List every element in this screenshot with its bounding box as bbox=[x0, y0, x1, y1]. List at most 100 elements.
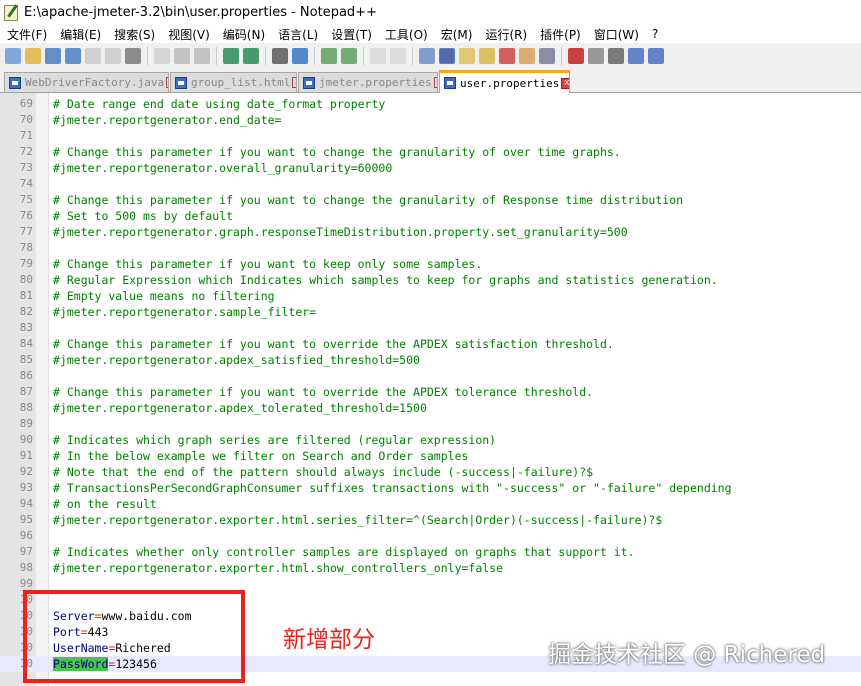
paste-icon[interactable] bbox=[194, 48, 210, 64]
function-list-icon[interactable] bbox=[499, 48, 515, 64]
toolbar-separator bbox=[363, 47, 364, 65]
menu-item[interactable]: ? bbox=[645, 27, 664, 41]
tab-close-icon[interactable]: x bbox=[433, 77, 437, 88]
record-macro-icon[interactable] bbox=[568, 48, 584, 64]
toolbar-separator bbox=[216, 47, 217, 65]
comment-text: #jmeter.reportgenerator.apdex_tolerated_… bbox=[53, 401, 427, 415]
copy-icon[interactable] bbox=[174, 48, 190, 64]
line-number: 76 bbox=[19, 209, 33, 222]
code-text: #jmeter.reportgenerator.sample_filter= bbox=[53, 304, 316, 320]
replace-icon[interactable] bbox=[292, 48, 308, 64]
file-icon bbox=[9, 76, 21, 89]
code-line: 91 # In the below example we filter on Se… bbox=[0, 448, 861, 464]
doc-map-icon[interactable] bbox=[479, 48, 495, 64]
save-all-icon[interactable] bbox=[65, 48, 81, 64]
menu-item[interactable]: 运行(R) bbox=[478, 26, 533, 43]
code-line: 85 #jmeter.reportgenerator.apdex_satisfie… bbox=[0, 352, 861, 368]
code-line: 93 # TransactionsPerSecondGraphConsumer s… bbox=[0, 480, 861, 496]
code-line: 90 # Indicates which graph series are fil… bbox=[0, 432, 861, 448]
code-text: # Empty value means no filtering bbox=[53, 288, 275, 304]
save-icon[interactable] bbox=[45, 48, 61, 64]
code-text: # Change this parameter if you want to o… bbox=[53, 384, 593, 400]
run-macro-multiple-icon[interactable] bbox=[628, 48, 644, 64]
line-number: 92 bbox=[19, 465, 33, 478]
redo-icon[interactable] bbox=[243, 48, 259, 64]
menu-item[interactable]: 插件(P) bbox=[533, 26, 587, 43]
file-icon bbox=[303, 76, 315, 89]
tab-webdriverfactory[interactable]: WebDriverFactory.java x bbox=[4, 72, 169, 92]
undo-icon[interactable] bbox=[223, 48, 239, 64]
zoom-in-icon[interactable] bbox=[321, 48, 337, 64]
menu-item[interactable]: 编码(N) bbox=[216, 26, 271, 43]
window-title: E:\apache-jmeter-3.2\bin\user.properties… bbox=[24, 5, 377, 20]
line-number: 80 bbox=[19, 273, 33, 286]
code-line: 86 bbox=[0, 368, 861, 384]
line-number: 90 bbox=[19, 433, 33, 446]
comment-text: # Set to 500 ms by default bbox=[53, 209, 234, 223]
sync-vertical-icon[interactable] bbox=[370, 48, 386, 64]
menu-item[interactable]: 搜索(S) bbox=[107, 26, 161, 43]
comment-text: # Change this parameter if you want to o… bbox=[53, 337, 614, 351]
code-line: 94 # on the result bbox=[0, 496, 861, 512]
code-line: 71 bbox=[0, 128, 861, 144]
line-number: 84 bbox=[19, 337, 33, 350]
tab-close-icon[interactable]: x bbox=[166, 77, 168, 88]
code-text: # Indicates which graph series are filte… bbox=[53, 432, 496, 448]
code-line: 80 # Regular Expression which Indicates w… bbox=[0, 272, 861, 288]
new-file-icon[interactable] bbox=[5, 48, 21, 64]
code-line: 87 # Change this parameter if you want to… bbox=[0, 384, 861, 400]
code-line: 95 #jmeter.reportgenerator.exporter.html.… bbox=[0, 512, 861, 528]
indent-guide-icon[interactable] bbox=[459, 48, 475, 64]
code-text: #jmeter.reportgenerator.end_date= bbox=[53, 112, 281, 128]
sync-horizontal-icon[interactable] bbox=[390, 48, 406, 64]
tab-group-list[interactable]: group_list.html x bbox=[170, 72, 297, 92]
code-line: 96 bbox=[0, 528, 861, 544]
zoom-out-icon[interactable] bbox=[341, 48, 357, 64]
menu-item[interactable]: 文件(F) bbox=[0, 26, 53, 43]
comment-text: # Change this parameter if you want to c… bbox=[53, 145, 621, 159]
word-wrap-icon[interactable] bbox=[419, 48, 435, 64]
tab-user-properties[interactable]: user.properties x bbox=[439, 70, 570, 93]
code-line: 88 #jmeter.reportgenerator.apdex_tolerate… bbox=[0, 400, 861, 416]
cut-icon[interactable] bbox=[154, 48, 170, 64]
close-icon[interactable] bbox=[85, 48, 101, 64]
menu-bar: 文件(F) 编辑(E) 搜索(S) 视图(V) 编码(N) 语言(L) 设置(T) 工具(O)… bbox=[0, 25, 861, 43]
code-line: 84 # Change this parameter if you want to… bbox=[0, 336, 861, 352]
line-number: 79 bbox=[19, 257, 33, 270]
comment-text: # In the below example we filter on Sear… bbox=[53, 449, 469, 463]
code-text: # Regular Expression which Indicates whi… bbox=[53, 272, 718, 288]
tab-label: group_list.html bbox=[191, 76, 291, 89]
code-line: 76 # Set to 500 ms by default bbox=[0, 208, 861, 224]
code-line: 72 # Change this parameter if you want to… bbox=[0, 144, 861, 160]
line-number: 72 bbox=[19, 145, 33, 158]
folder-workspace-icon[interactable] bbox=[519, 48, 535, 64]
line-number: 96 bbox=[19, 529, 33, 542]
menu-item[interactable]: 窗口(W) bbox=[587, 26, 645, 43]
file-icon bbox=[175, 76, 187, 89]
close-all-icon[interactable] bbox=[105, 48, 121, 64]
file-icon bbox=[444, 77, 456, 89]
line-number: 74 bbox=[19, 177, 33, 190]
tab-close-icon[interactable]: x bbox=[292, 77, 296, 88]
code-text: # In the below example we filter on Sear… bbox=[53, 448, 468, 464]
comment-text: #jmeter.reportgenerator.apdex_satisfied_… bbox=[53, 353, 420, 367]
open-file-icon[interactable] bbox=[25, 48, 41, 64]
menu-item[interactable]: 编辑(E) bbox=[53, 26, 107, 43]
menu-item[interactable]: 语言(L) bbox=[271, 26, 324, 43]
menu-item[interactable]: 视图(V) bbox=[161, 26, 216, 43]
menu-item[interactable]: 宏(M) bbox=[434, 26, 479, 43]
menu-item[interactable]: 工具(O) bbox=[378, 26, 434, 43]
comment-text: # Change this parameter if you want to o… bbox=[53, 385, 594, 399]
play-macro-icon[interactable] bbox=[608, 48, 624, 64]
show-all-chars-icon[interactable] bbox=[439, 48, 455, 64]
print-icon[interactable] bbox=[125, 48, 141, 64]
menu-item[interactable]: 设置(T) bbox=[324, 26, 378, 43]
monitor-icon[interactable] bbox=[539, 48, 555, 64]
find-icon[interactable] bbox=[272, 48, 288, 64]
tab-jmeter-properties[interactable]: jmeter.properties x bbox=[298, 72, 438, 92]
code-line: 79 # Change this parameter if you want to… bbox=[0, 256, 861, 272]
tab-close-icon[interactable]: x bbox=[561, 77, 569, 89]
save-macro-icon[interactable] bbox=[648, 48, 664, 64]
line-number: 78 bbox=[19, 241, 33, 254]
stop-macro-icon[interactable] bbox=[588, 48, 604, 64]
